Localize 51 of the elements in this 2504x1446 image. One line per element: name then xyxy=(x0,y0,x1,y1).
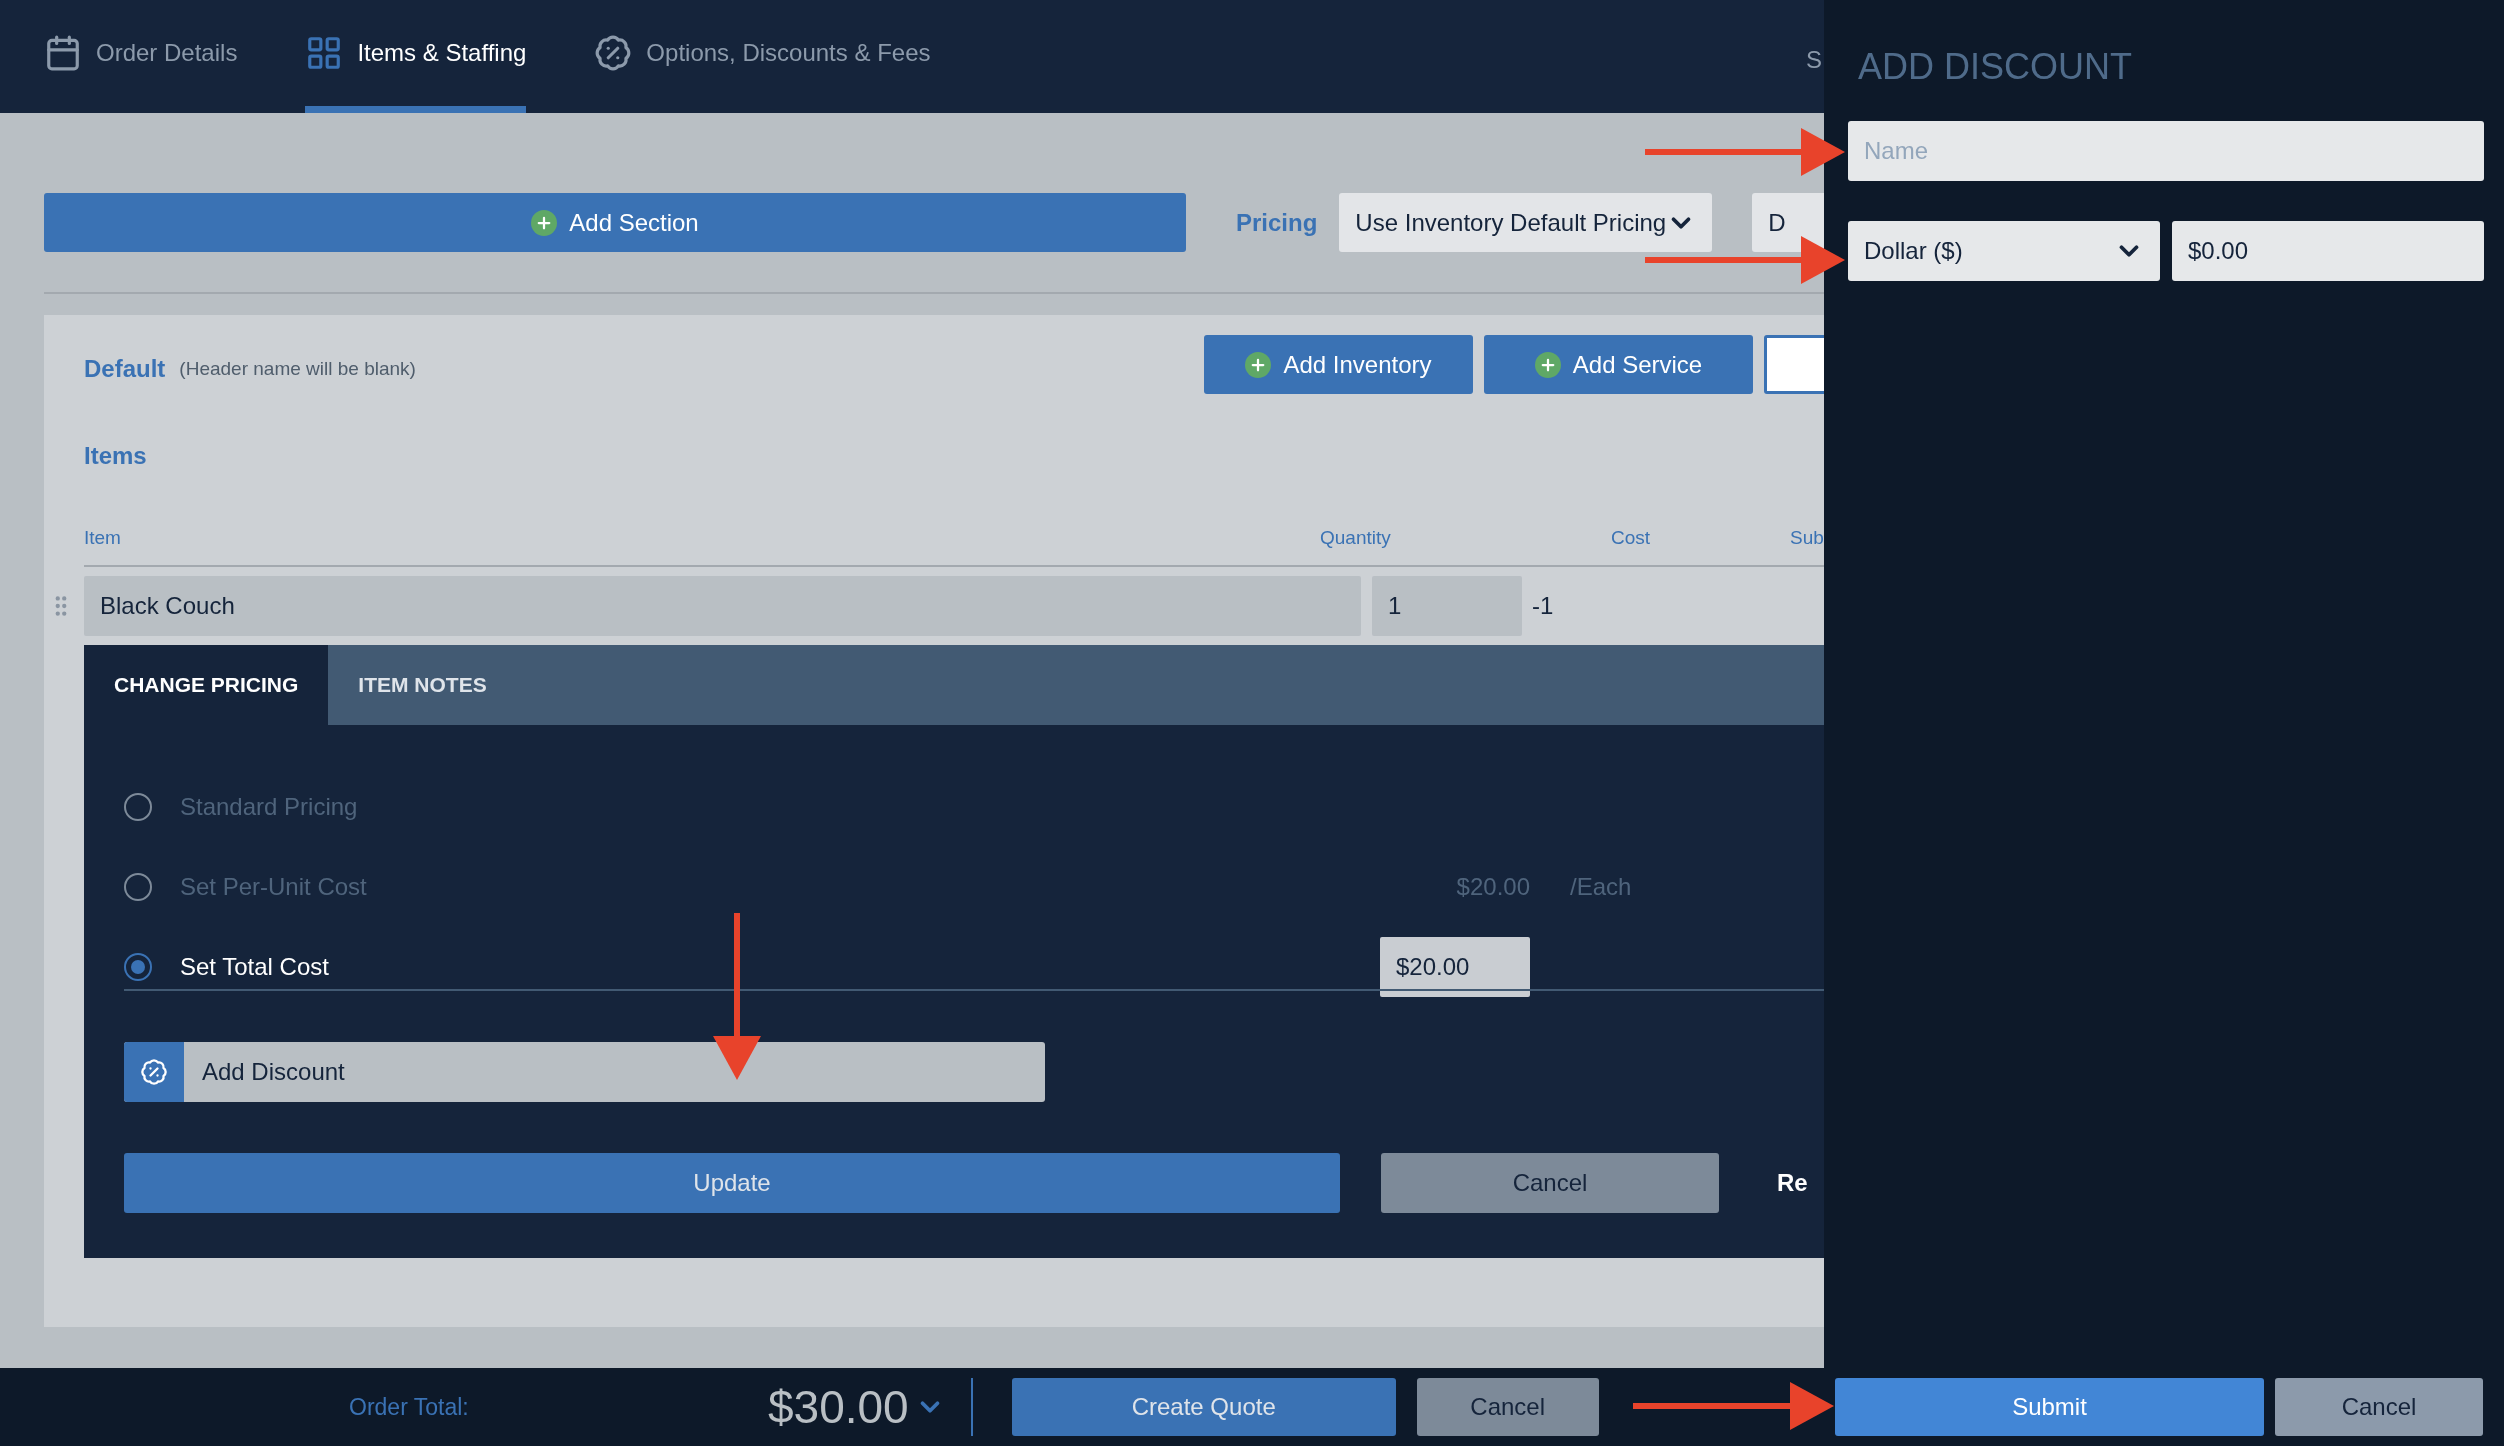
quantity-field[interactable]: 1 xyxy=(1372,576,1522,636)
plus-icon xyxy=(531,209,558,236)
name-field[interactable]: Name xyxy=(1848,121,2484,181)
column-header: Cost xyxy=(1609,526,1650,548)
column-header: Quantity xyxy=(1320,526,1392,548)
nav-tab[interactable]: Options, Discounts & Fees xyxy=(594,0,931,113)
items-heading: Items xyxy=(84,441,148,471)
calendar-icon xyxy=(44,34,82,72)
create-quote-button[interactable]: Create Quote xyxy=(1011,1378,1396,1436)
discount-type-select[interactable]: Dollar ($) xyxy=(1848,221,2160,281)
select-field[interactable]: D xyxy=(1752,193,1824,252)
submit-button[interactable]: Submit xyxy=(1835,1378,2264,1436)
panel-tab[interactable]: ITEM NOTES xyxy=(328,645,517,725)
add-discount-field[interactable]: Add Discount xyxy=(124,1042,1045,1102)
radio-button[interactable] xyxy=(124,793,152,821)
reset-link[interactable]: Re xyxy=(1777,1165,1808,1201)
nav-tab[interactable]: S xyxy=(1806,7,1822,113)
cancel-button[interactable]: Cancel xyxy=(1381,1153,1719,1213)
section-note: (Header name will be blank) xyxy=(179,357,416,381)
drawer-title: ADD DISCOUNT xyxy=(1858,45,2133,89)
option-label: Set Total Cost xyxy=(180,952,330,982)
nav-tab[interactable]: Items & Staffing xyxy=(305,0,527,113)
section-name: Default xyxy=(84,354,166,384)
radio-button[interactable] xyxy=(124,873,152,901)
cost-value: -1 xyxy=(1532,591,1554,621)
panel-tab[interactable]: CHANGE PRICING xyxy=(84,645,329,725)
plus-icon xyxy=(1245,351,1272,378)
plus-icon xyxy=(1534,351,1561,378)
order-total: $30.00 xyxy=(768,1379,909,1435)
add-button[interactable]: Add Service xyxy=(1484,335,1753,394)
unit-label: /Each xyxy=(1570,872,1632,902)
percent-badge-icon xyxy=(594,34,633,72)
item-field[interactable]: Black Couch xyxy=(84,576,1361,636)
cancel-button[interactable]: Cancel xyxy=(2275,1378,2483,1436)
order-total-label: Order Total: xyxy=(349,1392,470,1422)
option-label: Standard Pricing xyxy=(180,792,359,822)
pricing-label: Pricing xyxy=(1236,207,1318,238)
pricing-select[interactable]: Use Inventory Default Pricing xyxy=(1339,193,1713,252)
amount-field[interactable]: $0.00 xyxy=(2172,221,2484,281)
add-section-button[interactable]: Add Section xyxy=(44,193,1186,252)
percent-badge-icon xyxy=(140,1058,168,1086)
add-button[interactable]: Add Inventory xyxy=(1204,335,1473,394)
nav-tab[interactable]: Order Details xyxy=(44,0,238,113)
cancel-button[interactable]: Cancel xyxy=(1416,1378,1599,1436)
option-label: Set Per-Unit Cost xyxy=(180,872,368,902)
update-button[interactable]: Update xyxy=(124,1153,1340,1213)
column-header: Item xyxy=(84,526,122,548)
radio-button[interactable] xyxy=(124,953,152,981)
unit-price: $20.00 xyxy=(1455,872,1530,902)
total-cost-field[interactable]: $20.00 xyxy=(1380,937,1530,997)
column-header: Sub xyxy=(1790,526,1824,548)
